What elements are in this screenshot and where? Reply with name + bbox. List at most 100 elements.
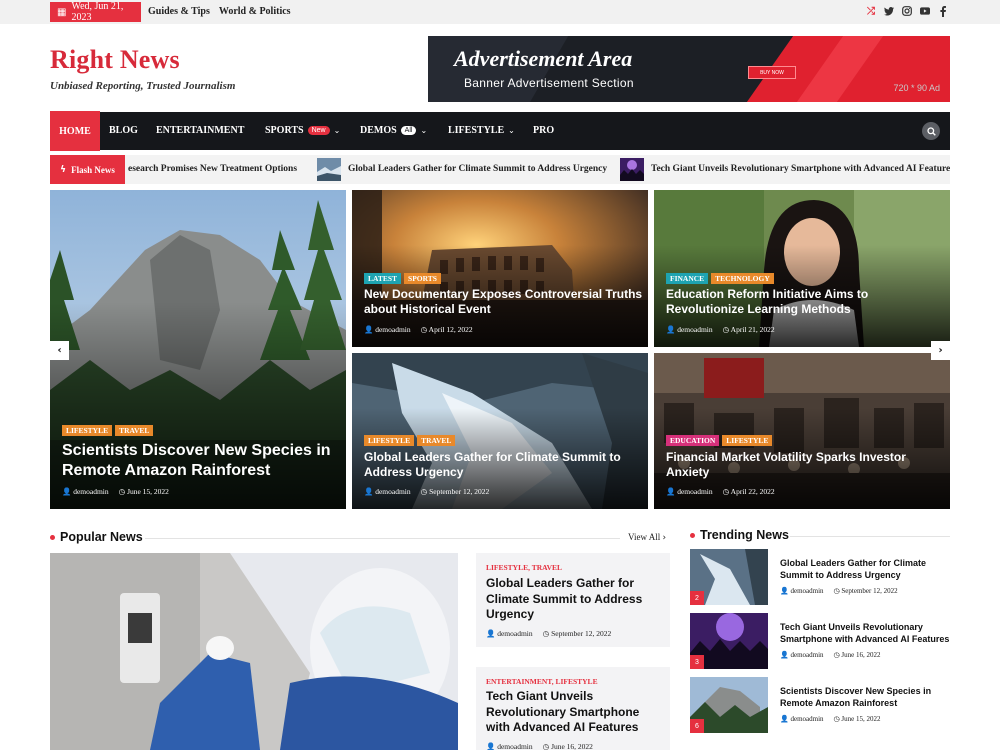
ad-subtitle: Banner Advertisement Section bbox=[464, 76, 634, 90]
post-categories[interactable]: LIFESTYLE, TRAVEL bbox=[486, 563, 562, 572]
date-badge: ▦ Wed, Jun 21, 2023 bbox=[50, 1, 141, 23]
calendar-icon: ▦ bbox=[57, 6, 67, 18]
user-icon: 👤 bbox=[780, 587, 789, 595]
nav-label: ENTERTAINMENT bbox=[156, 125, 245, 136]
flash-thumbnail[interactable] bbox=[317, 158, 341, 181]
tag[interactable]: LIFESTYLE bbox=[722, 435, 773, 446]
slider-prev-button[interactable]: ‹ bbox=[50, 341, 69, 360]
author[interactable]: demoadmin bbox=[375, 325, 410, 334]
trending-title[interactable]: Scientists Discover New Species in Remot… bbox=[780, 685, 955, 709]
post-meta: 👤 demoadmin ◷ June 15, 2022 bbox=[780, 715, 880, 723]
youtube-icon[interactable] bbox=[920, 4, 930, 18]
card-tags: FINANCE TECHNOLOGY bbox=[666, 273, 774, 284]
lightning-icon: ϟ bbox=[60, 164, 67, 175]
rank-badge: 3 bbox=[690, 655, 704, 669]
post-meta: 👤 demoadmin ◷ April 22, 2022 bbox=[666, 487, 775, 496]
all-badge: All bbox=[400, 126, 417, 135]
trending-title[interactable]: Global Leaders Gather for Climate Summit… bbox=[780, 557, 955, 581]
site-logo[interactable]: Right News bbox=[50, 45, 180, 75]
user-icon: 👤 bbox=[666, 325, 676, 334]
nav-entertainment[interactable]: ENTERTAINMENT bbox=[156, 125, 244, 136]
clock-icon: ◷ bbox=[833, 651, 840, 659]
author[interactable]: demoadmin bbox=[375, 487, 410, 496]
tag[interactable]: TECHNOLOGY bbox=[711, 273, 774, 284]
ad-buy-button[interactable]: BUY NOW bbox=[748, 66, 796, 79]
popular-post[interactable]: LIFESTYLE, TRAVEL Global Leaders Gather … bbox=[476, 553, 670, 647]
tag[interactable]: FINANCE bbox=[666, 273, 709, 284]
new-badge: New bbox=[307, 126, 330, 135]
tag[interactable]: LIFESTYLE bbox=[62, 425, 113, 436]
nav-demos[interactable]: DEMOS All ⌄ bbox=[360, 125, 427, 136]
author[interactable]: demoadmin bbox=[677, 325, 712, 334]
card-title[interactable]: Education Reform Initiative Aims to Revo… bbox=[666, 287, 906, 317]
author[interactable]: demoadmin bbox=[790, 587, 823, 595]
nav-blog[interactable]: BLOG bbox=[109, 125, 138, 136]
advertisement-banner[interactable]: Advertisement Area Banner Advertisement … bbox=[428, 36, 950, 102]
shuffle-icon[interactable]: ⤮ bbox=[866, 4, 876, 18]
facebook-icon[interactable] bbox=[938, 4, 948, 18]
hero-card[interactable]: FINANCE TECHNOLOGY Education Reform Init… bbox=[654, 190, 950, 347]
author[interactable]: demoadmin bbox=[73, 487, 108, 496]
author[interactable]: demoadmin bbox=[790, 651, 823, 659]
instagram-icon[interactable] bbox=[902, 4, 912, 18]
author[interactable]: demoadmin bbox=[677, 487, 712, 496]
post-date: September 12, 2022 bbox=[429, 487, 490, 496]
view-all-link[interactable]: View All › bbox=[628, 532, 666, 543]
tag[interactable]: TRAVEL bbox=[115, 425, 154, 436]
divider bbox=[145, 538, 620, 539]
twitter-icon[interactable] bbox=[884, 4, 894, 18]
top-link-guides[interactable]: Guides & Tips bbox=[148, 6, 210, 17]
hero-card-main[interactable]: LIFESTYLE TRAVEL Scientists Discover New… bbox=[50, 190, 346, 509]
card-title[interactable]: New Documentary Exposes Controversial Tr… bbox=[364, 287, 644, 317]
hero-tags: LIFESTYLE TRAVEL bbox=[62, 425, 154, 436]
lab-image bbox=[50, 553, 458, 750]
nav-lifestyle[interactable]: LIFESTYLE ⌄ bbox=[448, 125, 515, 136]
post-title[interactable]: Global Leaders Gather for Climate Summit… bbox=[486, 576, 656, 623]
author[interactable]: demoadmin bbox=[497, 629, 532, 638]
trending-thumbnail[interactable]: 3 bbox=[690, 613, 768, 669]
popular-news-heading: Popular News bbox=[50, 530, 143, 544]
chevron-right-icon: › bbox=[938, 345, 943, 356]
popular-post[interactable]: ENTERTAINMENT, LIFESTYLE Tech Giant Unve… bbox=[476, 667, 670, 750]
hero-card[interactable]: LIFESTYLE TRAVEL Global Leaders Gather f… bbox=[352, 353, 648, 509]
post-date: April 22, 2022 bbox=[730, 487, 775, 496]
flash-item[interactable]: Tech Giant Unveils Revolutionary Smartph… bbox=[651, 164, 950, 174]
trending-thumbnail[interactable]: 2 bbox=[690, 549, 768, 605]
top-link-world[interactable]: World & Politics bbox=[219, 6, 291, 17]
clock-icon: ◷ bbox=[833, 715, 840, 723]
hero-card[interactable]: EDUCATION LIFESTYLE Financial Market Vol… bbox=[654, 353, 950, 509]
post-meta: 👤 demoadmin ◷ June 16, 2022 bbox=[486, 742, 593, 750]
hero-title[interactable]: Scientists Discover New Species in Remot… bbox=[62, 441, 332, 481]
post-title[interactable]: Tech Giant Unveils Revolutionary Smartph… bbox=[486, 689, 656, 736]
card-title[interactable]: Global Leaders Gather for Climate Summit… bbox=[364, 450, 634, 480]
user-icon: 👤 bbox=[666, 487, 676, 496]
hero-card[interactable]: LATEST SPORTS New Documentary Exposes Co… bbox=[352, 190, 648, 347]
tag[interactable]: LATEST bbox=[364, 273, 402, 284]
flash-thumbnail[interactable] bbox=[620, 158, 644, 181]
post-categories[interactable]: ENTERTAINMENT, LIFESTYLE bbox=[486, 677, 598, 686]
nav-home[interactable]: HOME bbox=[50, 111, 100, 151]
post-meta: 👤 demoadmin ◷ September 12, 2022 bbox=[780, 587, 898, 595]
flash-item[interactable]: esearch Promises New Treatment Options bbox=[128, 164, 297, 174]
nav-pro[interactable]: PRO bbox=[533, 125, 554, 136]
ad-title: Advertisement Area bbox=[454, 46, 633, 71]
flash-item[interactable]: Global Leaders Gather for Climate Summit… bbox=[348, 164, 607, 174]
flash-label-text: Flash News bbox=[71, 164, 115, 175]
tag[interactable]: EDUCATION bbox=[666, 435, 720, 446]
post-meta: 👤 demoadmin ◷ June 15, 2022 bbox=[62, 487, 169, 496]
tag[interactable]: LIFESTYLE bbox=[364, 435, 415, 446]
trending-thumbnail[interactable]: 6 bbox=[690, 677, 768, 733]
search-button[interactable] bbox=[922, 122, 940, 140]
tag[interactable]: TRAVEL bbox=[417, 435, 456, 446]
tag[interactable]: SPORTS bbox=[404, 273, 441, 284]
slider-next-button[interactable]: › bbox=[931, 341, 950, 360]
post-date: April 21, 2022 bbox=[730, 325, 775, 334]
trending-title[interactable]: Tech Giant Unveils Revolutionary Smartph… bbox=[780, 621, 955, 645]
search-icon bbox=[926, 126, 936, 136]
author[interactable]: demoadmin bbox=[790, 715, 823, 723]
author[interactable]: demoadmin bbox=[497, 742, 532, 750]
card-title[interactable]: Financial Market Volatility Sparks Inves… bbox=[666, 450, 916, 480]
nav-sports[interactable]: SPORTS New ⌄ bbox=[265, 125, 340, 136]
user-icon: 👤 bbox=[780, 651, 789, 659]
popular-feature-image[interactable] bbox=[50, 553, 458, 750]
